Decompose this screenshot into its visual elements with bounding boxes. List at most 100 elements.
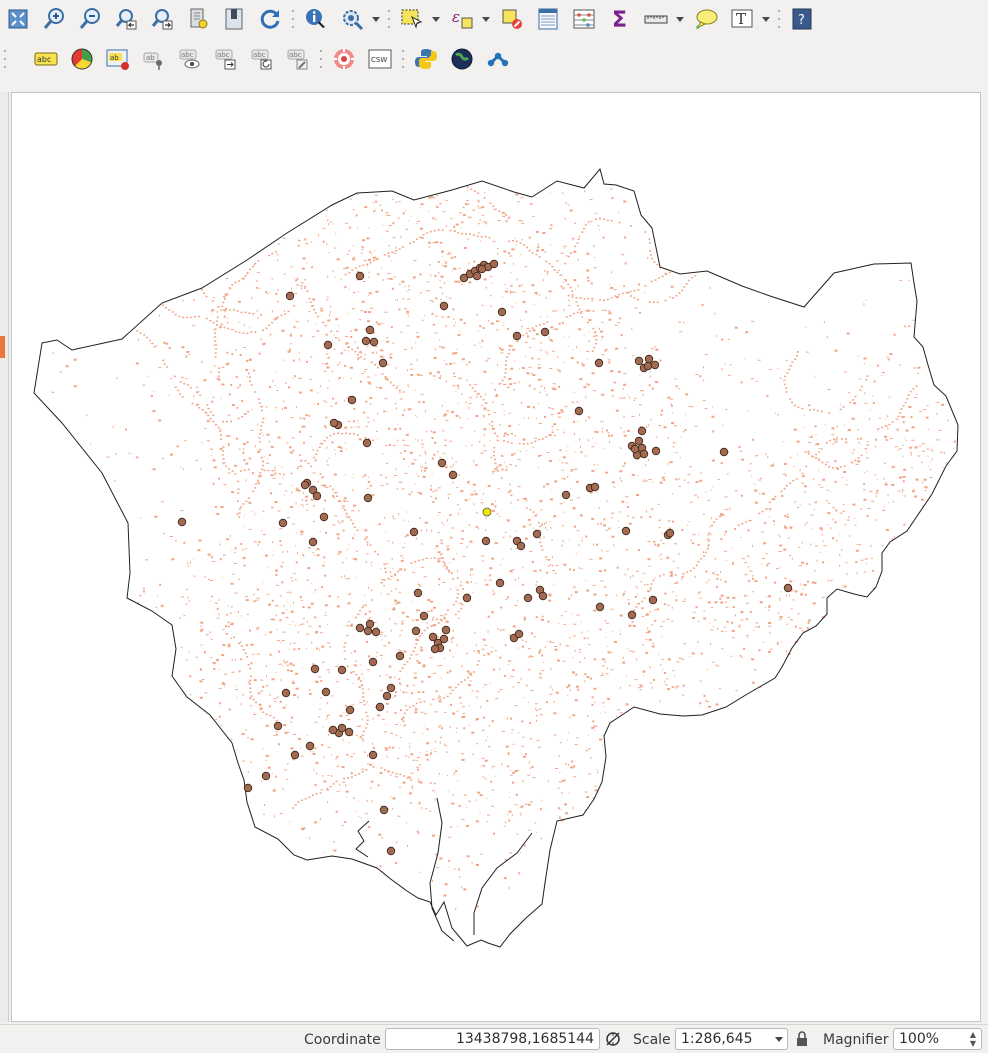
point-feature[interactable]: [329, 418, 339, 428]
zoom-next-button[interactable]: [148, 5, 176, 33]
pin-labels-button[interactable]: ab: [140, 45, 168, 73]
point-feature[interactable]: [621, 526, 631, 536]
zoom-out-button[interactable]: [76, 5, 104, 33]
rotate-label-button[interactable]: abc: [248, 45, 276, 73]
point-feature[interactable]: [719, 447, 729, 457]
point-feature[interactable]: [310, 664, 320, 674]
lock-scale-button[interactable]: [795, 1031, 809, 1047]
point-feature[interactable]: [639, 449, 649, 459]
point-feature[interactable]: [321, 687, 331, 697]
point-feature[interactable]: [409, 527, 419, 537]
panel-resize-handle[interactable]: [0, 336, 5, 358]
point-feature[interactable]: [363, 626, 373, 636]
point-feature[interactable]: [319, 512, 329, 522]
point-feature[interactable]: [344, 727, 354, 737]
point-feature[interactable]: [362, 438, 372, 448]
point-feature[interactable]: [594, 358, 604, 368]
spin-arrows-icon[interactable]: ▲ ▼: [966, 1030, 980, 1048]
target-plugin-button[interactable]: [330, 45, 358, 73]
point-feature[interactable]: [630, 444, 640, 454]
point-feature[interactable]: [448, 470, 458, 480]
point-feature[interactable]: [323, 340, 333, 350]
point-feature[interactable]: [365, 619, 375, 629]
zoom-in-button[interactable]: [40, 5, 68, 33]
point-feature[interactable]: [532, 529, 542, 539]
point-feature[interactable]: [634, 436, 644, 446]
point-feature[interactable]: [561, 490, 571, 500]
map-canvas[interactable]: [11, 92, 981, 1022]
point-feature[interactable]: [371, 627, 381, 637]
point-feature[interactable]: [514, 629, 524, 639]
point-feature[interactable]: [347, 395, 357, 405]
point-feature[interactable]: [365, 325, 375, 335]
point-feature[interactable]: [644, 354, 654, 364]
identify-button[interactable]: [302, 5, 330, 33]
measure-line-button[interactable]: [642, 5, 670, 33]
point-feature[interactable]: [369, 337, 379, 347]
point-feature[interactable]: [290, 750, 300, 760]
point-feature[interactable]: [495, 578, 505, 588]
point-feature[interactable]: [481, 536, 491, 546]
point-feature[interactable]: [177, 517, 187, 527]
point-feature[interactable]: [363, 493, 373, 503]
point-feature[interactable]: [312, 491, 322, 501]
point-feature[interactable]: [395, 651, 405, 661]
show-hide-labels-button[interactable]: abc: [176, 45, 204, 73]
point-feature[interactable]: [637, 426, 647, 436]
zoom-last-button[interactable]: [112, 5, 140, 33]
point-feature[interactable]: [477, 264, 487, 274]
point-feature[interactable]: [437, 458, 447, 468]
scale-combobox[interactable]: 1:286,645: [675, 1028, 788, 1050]
point-feature[interactable]: [337, 723, 347, 733]
point-feature[interactable]: [419, 611, 429, 621]
zoom-to-layer-button[interactable]: [184, 5, 212, 33]
point-feature[interactable]: [627, 610, 637, 620]
point-feature[interactable]: [462, 593, 472, 603]
mouse-coordinate-toggle[interactable]: [604, 1030, 622, 1048]
label-toolbar-button[interactable]: abc: [32, 45, 60, 73]
point-feature[interactable]: [375, 702, 385, 712]
dropdown-arrow-icon[interactable]: [432, 16, 440, 22]
point-feature[interactable]: [411, 626, 421, 636]
change-label-button[interactable]: abc: [284, 45, 312, 73]
point-feature[interactable]: [379, 805, 389, 815]
select-by-expression-button[interactable]: ε: [448, 5, 476, 33]
dropdown-arrow-icon[interactable]: [372, 16, 380, 22]
csw-button[interactable]: CSW: [366, 45, 394, 73]
point-feature[interactable]: [243, 783, 253, 793]
point-feature[interactable]: [278, 518, 288, 528]
point-feature[interactable]: [538, 591, 548, 601]
open-attribute-table-button[interactable]: [534, 5, 562, 33]
point-feature[interactable]: [634, 356, 644, 366]
point-feature[interactable]: [595, 602, 605, 612]
select-features-button[interactable]: [398, 5, 426, 33]
network-button[interactable]: [484, 45, 512, 73]
layer-diagram-button[interactable]: [68, 45, 96, 73]
point-feature[interactable]: [540, 327, 550, 337]
point-feature[interactable]: [308, 537, 318, 547]
move-label-button[interactable]: abc: [212, 45, 240, 73]
dropdown-arrow-icon[interactable]: [762, 16, 770, 22]
point-feature[interactable]: [439, 634, 449, 644]
refresh-button[interactable]: [256, 5, 284, 33]
point-feature[interactable]: [386, 846, 396, 856]
point-feature[interactable]: [361, 336, 371, 346]
help-button[interactable]: ?: [788, 5, 816, 33]
text-annotation-button[interactable]: T: [728, 5, 756, 33]
point-feature[interactable]: [497, 307, 507, 317]
coordinate-field[interactable]: 13438798,1685144: [385, 1028, 600, 1050]
point-feature[interactable]: [368, 657, 378, 667]
point-feature[interactable]: [337, 665, 347, 675]
point-feature[interactable]: [355, 623, 365, 633]
point-feature[interactable]: [345, 705, 355, 715]
layers-panel-edge[interactable]: [0, 92, 9, 1022]
point-feature[interactable]: [523, 593, 533, 603]
point-feature[interactable]: [665, 528, 675, 538]
point-feature[interactable]: [574, 406, 584, 416]
magnifier-spinbox[interactable]: 100% ▲ ▼: [893, 1028, 982, 1050]
point-feature[interactable]: [261, 771, 271, 781]
zoom-full-button[interactable]: [4, 5, 32, 33]
point-feature[interactable]: [472, 271, 482, 281]
point-feature[interactable]: [281, 688, 291, 698]
point-feature[interactable]: [285, 291, 295, 301]
